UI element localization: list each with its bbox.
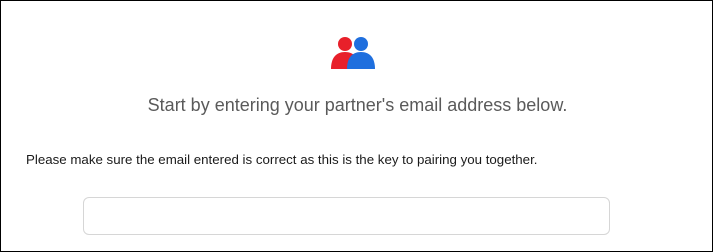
partner-email-field[interactable] <box>83 197 610 235</box>
users-icon <box>331 35 375 69</box>
email-warning-note: Please make sure the email entered is co… <box>26 152 538 167</box>
instruction-headline: Start by entering your partner's email a… <box>147 95 568 115</box>
partner-pairing-panel: Start by entering your partner's email a… <box>0 0 713 252</box>
